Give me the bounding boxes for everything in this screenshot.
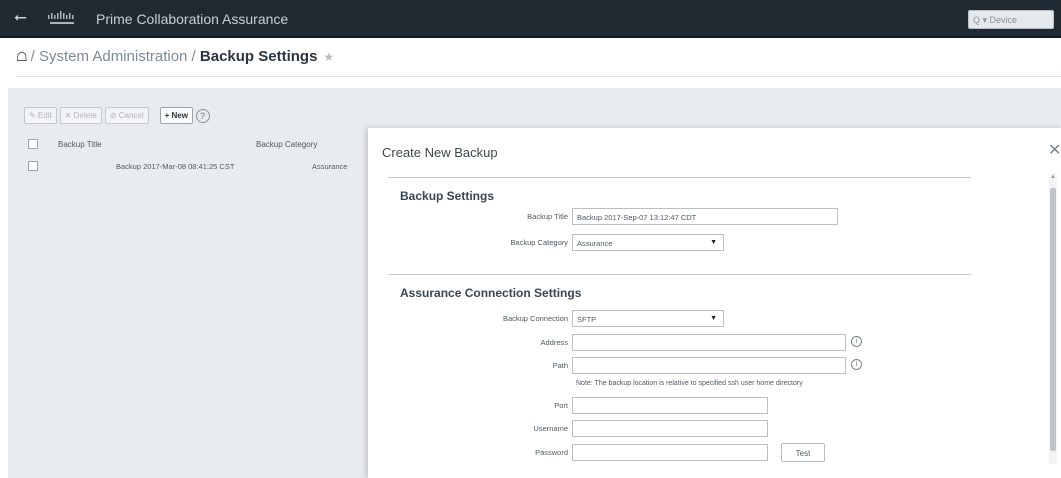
breadcrumb-divider: [16, 76, 1061, 77]
backup-settings-heading: Backup Settings: [400, 189, 495, 203]
search-input[interactable]: Q ▾ Device: [968, 10, 1054, 29]
password-label: Password: [535, 448, 568, 457]
app-title: Prime Collaboration Assurance: [96, 11, 289, 27]
port-label: Port: [554, 401, 568, 410]
connection-settings-heading: Assurance Connection Settings: [400, 286, 582, 300]
info-icon[interactable]: i: [851, 336, 862, 347]
address-label: Address: [540, 338, 568, 347]
path-label: Path: [552, 361, 568, 370]
backup-category-value: Assurance: [577, 239, 613, 248]
backup-connection-select[interactable]: SFTP ▼: [572, 310, 724, 327]
table-row[interactable]: Backup 2017-Mar-08 08:41:25 CST Assuranc…: [22, 159, 368, 175]
delete-button[interactable]: ✕ Delete: [59, 107, 102, 124]
path-note: Note: The backup location is relative to…: [576, 380, 803, 387]
column-header-title[interactable]: Backup Title: [58, 140, 102, 149]
row-backup-category: Assurance: [312, 162, 348, 171]
section-divider: [388, 274, 971, 275]
breadcrumb-path[interactable]: / System Administration /: [31, 48, 200, 65]
page-title: Backup Settings: [199, 48, 318, 65]
select-all-checkbox[interactable]: [28, 139, 38, 149]
row-backup-title: Backup 2017-Mar-08 08:41:25 CST: [116, 162, 235, 171]
scrollbar-thumb[interactable]: [1050, 188, 1056, 451]
section-divider: [388, 177, 971, 178]
port-input[interactable]: [572, 397, 768, 414]
backup-toolbar: ✎ Edit ✕ Delete ⊘ Cancel + New ?: [24, 107, 210, 124]
username-label: Username: [533, 424, 568, 433]
chevron-down-icon: ▼: [710, 239, 717, 246]
test-button[interactable]: Test: [781, 443, 825, 462]
close-icon[interactable]: ✕: [1048, 140, 1061, 160]
row-checkbox[interactable]: [28, 161, 38, 171]
star-icon[interactable]: ★: [323, 50, 334, 64]
top-navigation-bar: ⭠ Prime Collaboration Assurance Q ▾ Devi…: [0, 0, 1061, 38]
edit-button[interactable]: ✎ Edit: [24, 107, 57, 124]
cisco-logo-icon: [48, 11, 74, 24]
back-arrow-icon[interactable]: ⭠: [14, 9, 27, 27]
backup-connection-value: SFTP: [577, 315, 597, 324]
dialog-title: Create New Backup: [382, 145, 498, 160]
backup-title-input[interactable]: Backup 2017-Sep-07 13:12:47 CDT: [572, 208, 838, 225]
backup-title-label: Backup Title: [527, 212, 568, 221]
create-backup-dialog: Create New Backup ✕ Backup Settings Back…: [368, 128, 1061, 478]
address-input[interactable]: [572, 334, 846, 351]
table-header: Backup Title Backup Category: [22, 137, 368, 153]
username-input[interactable]: [572, 420, 768, 437]
breadcrumb: ☖ / System Administration / Backup Settin…: [16, 48, 334, 65]
column-header-category[interactable]: Backup Category: [256, 140, 317, 149]
home-icon[interactable]: ☖: [16, 49, 28, 64]
dialog-scrollbar[interactable]: ▲: [1049, 174, 1057, 464]
path-input[interactable]: [572, 357, 846, 374]
backup-category-label: Backup Category: [510, 238, 568, 247]
backup-connection-label: Backup Connection: [502, 314, 568, 323]
cancel-button[interactable]: ⊘ Cancel: [104, 107, 149, 124]
info-icon[interactable]: i: [851, 359, 862, 370]
help-icon[interactable]: ?: [195, 108, 210, 123]
new-button[interactable]: + New: [159, 107, 193, 124]
scroll-up-icon[interactable]: ▲: [1050, 174, 1056, 180]
backup-category-select[interactable]: Assurance ▼: [572, 234, 724, 251]
chevron-down-icon: ▼: [710, 315, 717, 322]
password-input[interactable]: [572, 444, 768, 461]
